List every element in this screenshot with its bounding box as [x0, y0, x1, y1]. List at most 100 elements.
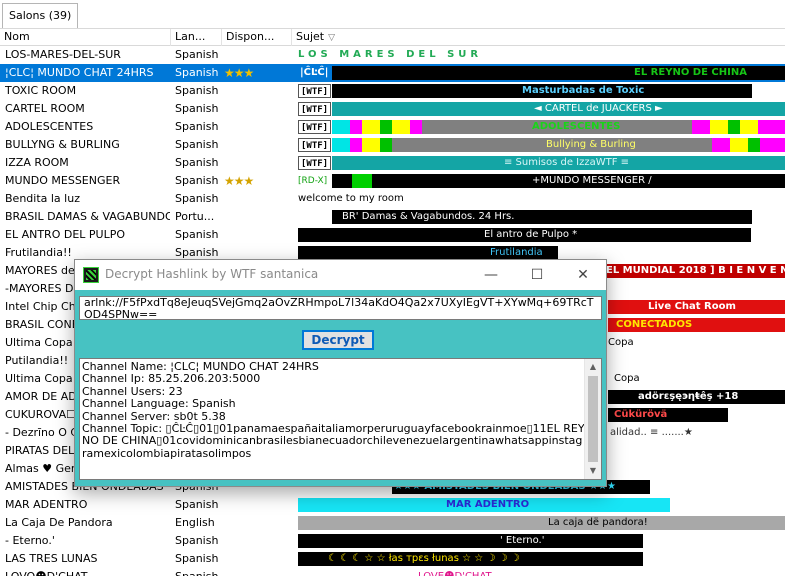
scroll-thumb[interactable]: [588, 376, 598, 462]
room-name: MAR ADENTRO: [5, 498, 88, 511]
room-name: TOXIC ROOM: [5, 84, 77, 97]
rating-stars: [224, 100, 292, 118]
rating-stars: [224, 118, 292, 136]
sort-indicator-icon: ▽: [328, 33, 336, 43]
topic-tag: [WTF]: [298, 156, 332, 170]
topic-text: EL REYNO DE CHINA: [634, 67, 747, 78]
channel-ip-line: Channel Ip: 85.25.206.203:5000: [82, 372, 261, 386]
room-topic: [WTF] ≡ Sumisos de IzzaWTF ≡: [298, 154, 785, 172]
room-name: LOS-MARES-DEL-SUR: [5, 48, 121, 61]
rating-stars: [224, 208, 292, 226]
scroll-up-icon[interactable]: ▲: [585, 359, 601, 375]
room-topic: welcome to my room: [298, 190, 785, 208]
hashlink-input[interactable]: arlnk://F5fPxdTq8eJeuqSVejGmq2aOvZRHmpoL…: [79, 296, 602, 320]
room-topic: LOS MARES DEL SUR: [298, 46, 785, 64]
room-name: IZZA ROOM: [5, 156, 69, 169]
room-name: BRASIL DAMAS & VAGABUNDOS.: [5, 210, 170, 223]
column-header-langue[interactable]: Lan...: [171, 29, 222, 46]
room-name: MUNDO MESSENGER: [5, 174, 121, 187]
table-row[interactable]: MUNDO MESSENGER Spanish ★★★ [RD-X] +MUND…: [0, 172, 785, 190]
decrypt-hashlink-dialog[interactable]: Decrypt Hashlink by WTF santanica — ☐ ✕ …: [74, 259, 607, 487]
topic-text: Masturbadas de Toxic: [522, 85, 645, 96]
table-row[interactable]: LAS TRES LUNAS Spanish ☾ ☾ ☾ ☆ ☆ łas трε…: [0, 550, 785, 568]
column-header-nom-label: Nom: [4, 30, 30, 43]
maximize-button[interactable]: ☐: [514, 260, 560, 290]
rating-stars: [224, 154, 292, 172]
tab-strip: Salons (39): [0, 0, 785, 28]
topic-text: ☾ ☾ ☾ ☆ ☆ łas трεs łunas ☆ ☆ ☽ ☽ ☽: [328, 553, 520, 564]
info-scrollbar[interactable]: ▲ ▼: [584, 359, 601, 479]
topic-text: alidad.. ≡ .......★: [610, 427, 693, 438]
channel-info-output[interactable]: Channel Name: ¦CLC¦ MUNDO CHAT 24HRS Cha…: [79, 358, 602, 480]
room-name: ¦CLC¦ MUNDO CHAT 24HRS: [5, 66, 154, 79]
room-language: Spanish: [175, 568, 223, 576]
topic-text: Live Chat Room: [648, 301, 736, 312]
room-language: Spanish: [175, 498, 219, 511]
column-header-nom[interactable]: Nom: [0, 29, 171, 46]
table-row[interactable]: BULLYNG & BURLING Spanish [WTF] Bullying…: [0, 136, 785, 154]
room-topic: ' Eterno.': [298, 532, 785, 550]
topic-text: ≡ Sumisos de IzzaWTF ≡: [504, 157, 630, 168]
room-language: Spanish: [175, 174, 219, 187]
table-row[interactable]: Bendita la luz Spanish welcome to my roo…: [0, 190, 785, 208]
topic-tag: [RD-X]: [298, 176, 328, 186]
room-name: LAS TRES LUNAS: [5, 552, 98, 565]
room-name: ADOLESCENTES: [5, 120, 94, 133]
dialog-body: arlnk://F5fPxdTq8eJeuqSVejGmq2aOvZRHmpoL…: [75, 290, 606, 486]
topic-text: MAR ADENTRO: [446, 499, 530, 510]
topic-text: El antro de Pulpo *: [484, 229, 578, 240]
room-language: Portu...: [175, 210, 215, 223]
table-row[interactable]: MAR ADENTRO Spanish MAR ADENTRO: [0, 496, 785, 514]
room-topic: [WTF] Bullying & Burling: [298, 136, 785, 154]
rating-stars: [224, 190, 292, 208]
channel-language-line: Channel Language: Spanish: [82, 397, 236, 411]
table-row[interactable]: CARTEL ROOM Spanish [WTF] ◄ CARTEL de JU…: [0, 100, 785, 118]
room-language: Spanish: [175, 84, 219, 97]
topic-tag: [WTF]: [298, 84, 332, 98]
room-language: Spanish: [175, 66, 219, 79]
topic-text: ◄ CARTEL de JUACKERS ►: [534, 103, 663, 114]
minimize-button[interactable]: —: [468, 260, 514, 290]
table-row[interactable]: - Eterno.' Spanish ' Eterno.': [0, 532, 785, 550]
scroll-down-icon[interactable]: ▼: [585, 463, 601, 479]
table-row[interactable]: EL ANTRO DEL PULPO Spanish El antro de P…: [0, 226, 785, 244]
table-row[interactable]: ¦CLC¦ MUNDO CHAT 24HRS Spanish ★★★ |ĈĿĈ|…: [0, 64, 785, 82]
table-row[interactable]: La Caja De Pandora English La caja dë pa…: [0, 514, 785, 532]
table-row[interactable]: LOVO☻D'CHAT Spanish LOVE☻D'CHAT: [0, 568, 785, 576]
topic-tag: [WTF]: [298, 102, 332, 116]
table-row[interactable]: BRASIL DAMAS & VAGABUNDOS. Portu... BR' …: [0, 208, 785, 226]
room-topic: El antro de Pulpo *: [298, 226, 785, 244]
topic-text: LOVE☻D'CHAT: [418, 568, 492, 576]
room-topic: MAR ADENTRO: [298, 496, 785, 514]
table-row[interactable]: TOXIC ROOM Spanish [WTF] Masturbadas de …: [0, 82, 785, 100]
dialog-titlebar[interactable]: Decrypt Hashlink by WTF santanica — ☐ ✕: [75, 260, 606, 290]
topic-text: La caja dë pandora!: [548, 517, 648, 528]
room-topic: [WTF] ◄ CARTEL de JUACKERS ►: [298, 100, 785, 118]
channel-info-lines: Channel Name: ¦CLC¦ MUNDO CHAT 24HRS Cha…: [82, 360, 585, 460]
table-row[interactable]: IZZA ROOM Spanish [WTF] ≡ Sumisos de Izz…: [0, 154, 785, 172]
rating-stars: [224, 136, 292, 154]
topic-tag: [WTF]: [298, 138, 332, 152]
close-button[interactable]: ✕: [560, 260, 606, 290]
app-icon: [83, 267, 99, 283]
rating-stars: ★★★: [224, 66, 254, 80]
rating-stars: [224, 46, 292, 64]
room-name: Bendita la luz: [5, 192, 80, 205]
table-row[interactable]: ADOLESCENTES Spanish [WTF] ADOLESCENTES: [0, 118, 785, 136]
topic-text: +MUNDO MESSENGER /: [532, 175, 652, 186]
topic-text: EL MUNDIAL 2018 ] B I E N V E N: [606, 265, 785, 276]
room-language: Spanish: [175, 102, 219, 115]
table-row[interactable]: LOS-MARES-DEL-SUR Spanish LOS MARES DEL …: [0, 46, 785, 64]
column-header-dispo-label: Dispon...: [226, 30, 275, 43]
tab-salons[interactable]: Salons (39): [2, 3, 79, 28]
room-language: Spanish: [175, 552, 219, 565]
decrypt-button[interactable]: Decrypt: [302, 330, 374, 350]
topic-text: ADOLESCENTES: [532, 121, 621, 132]
room-language: Spanish: [175, 156, 219, 169]
room-name: La Caja De Pandora: [5, 516, 113, 529]
column-header-sujet[interactable]: Sujet ▽: [292, 29, 785, 46]
room-topic: [WTF] Masturbadas de Toxic: [298, 82, 785, 100]
room-language: Spanish: [175, 120, 219, 133]
column-header-dispo[interactable]: Dispon...: [222, 29, 292, 46]
room-topic: [RD-X] +MUNDO MESSENGER /: [298, 172, 785, 190]
